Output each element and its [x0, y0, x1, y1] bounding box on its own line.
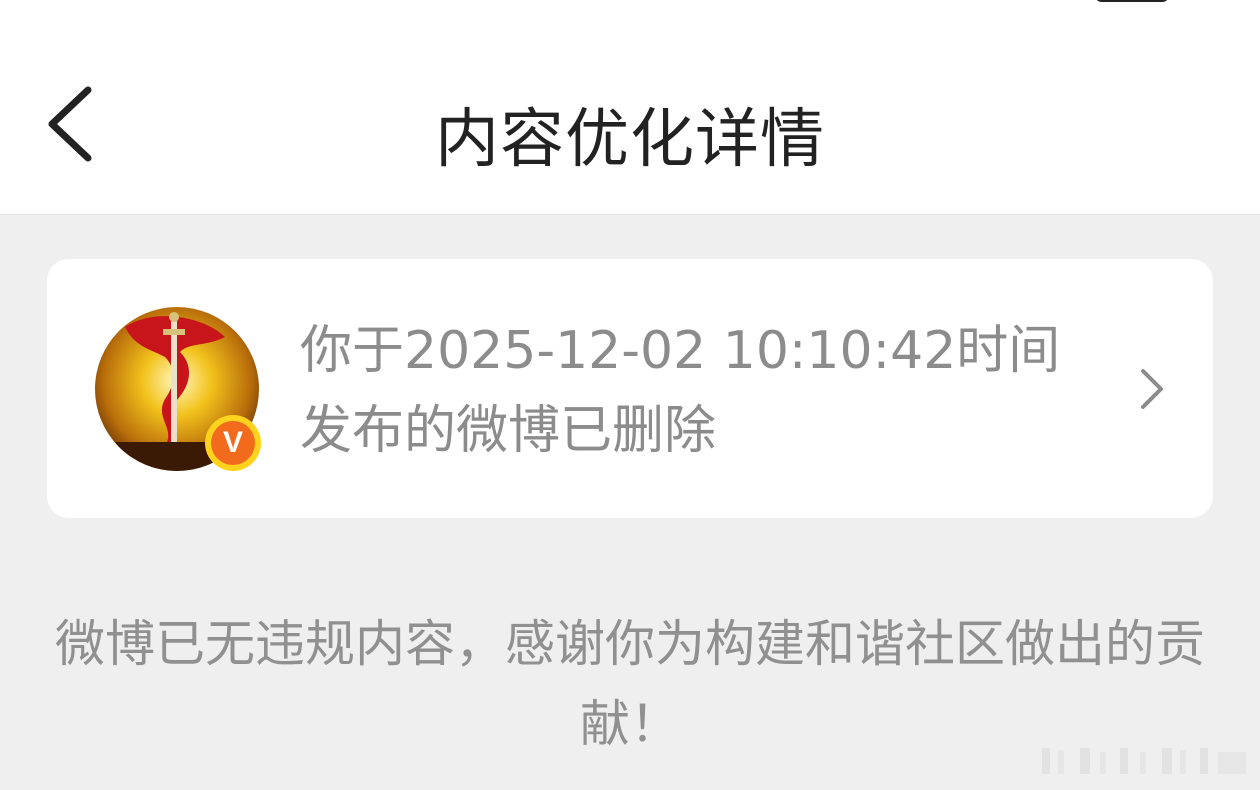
- page-title: 内容优化详情: [435, 103, 825, 177]
- deleted-post-message: 你于2025-12-02 10:10:42时间发布的微博已删除: [300, 321, 1061, 461]
- home-indicator-icon: [1042, 748, 1246, 774]
- verified-badge-icon: V: [205, 415, 261, 471]
- status-bar: [0, 0, 1260, 30]
- chevron-right-icon: [1137, 367, 1167, 411]
- battery-icon: [1094, 0, 1170, 2]
- thank-you-notice: 微博已无违规内容，感谢你为构建和谐社区做出的贡献！: [55, 615, 1205, 753]
- navigation-bar: 内容优化详情: [0, 30, 1260, 215]
- verified-badge-label: V: [211, 421, 255, 465]
- deleted-post-card[interactable]: V 你于2025-12-02 10:10:42时间发布的微博已删除: [47, 259, 1213, 518]
